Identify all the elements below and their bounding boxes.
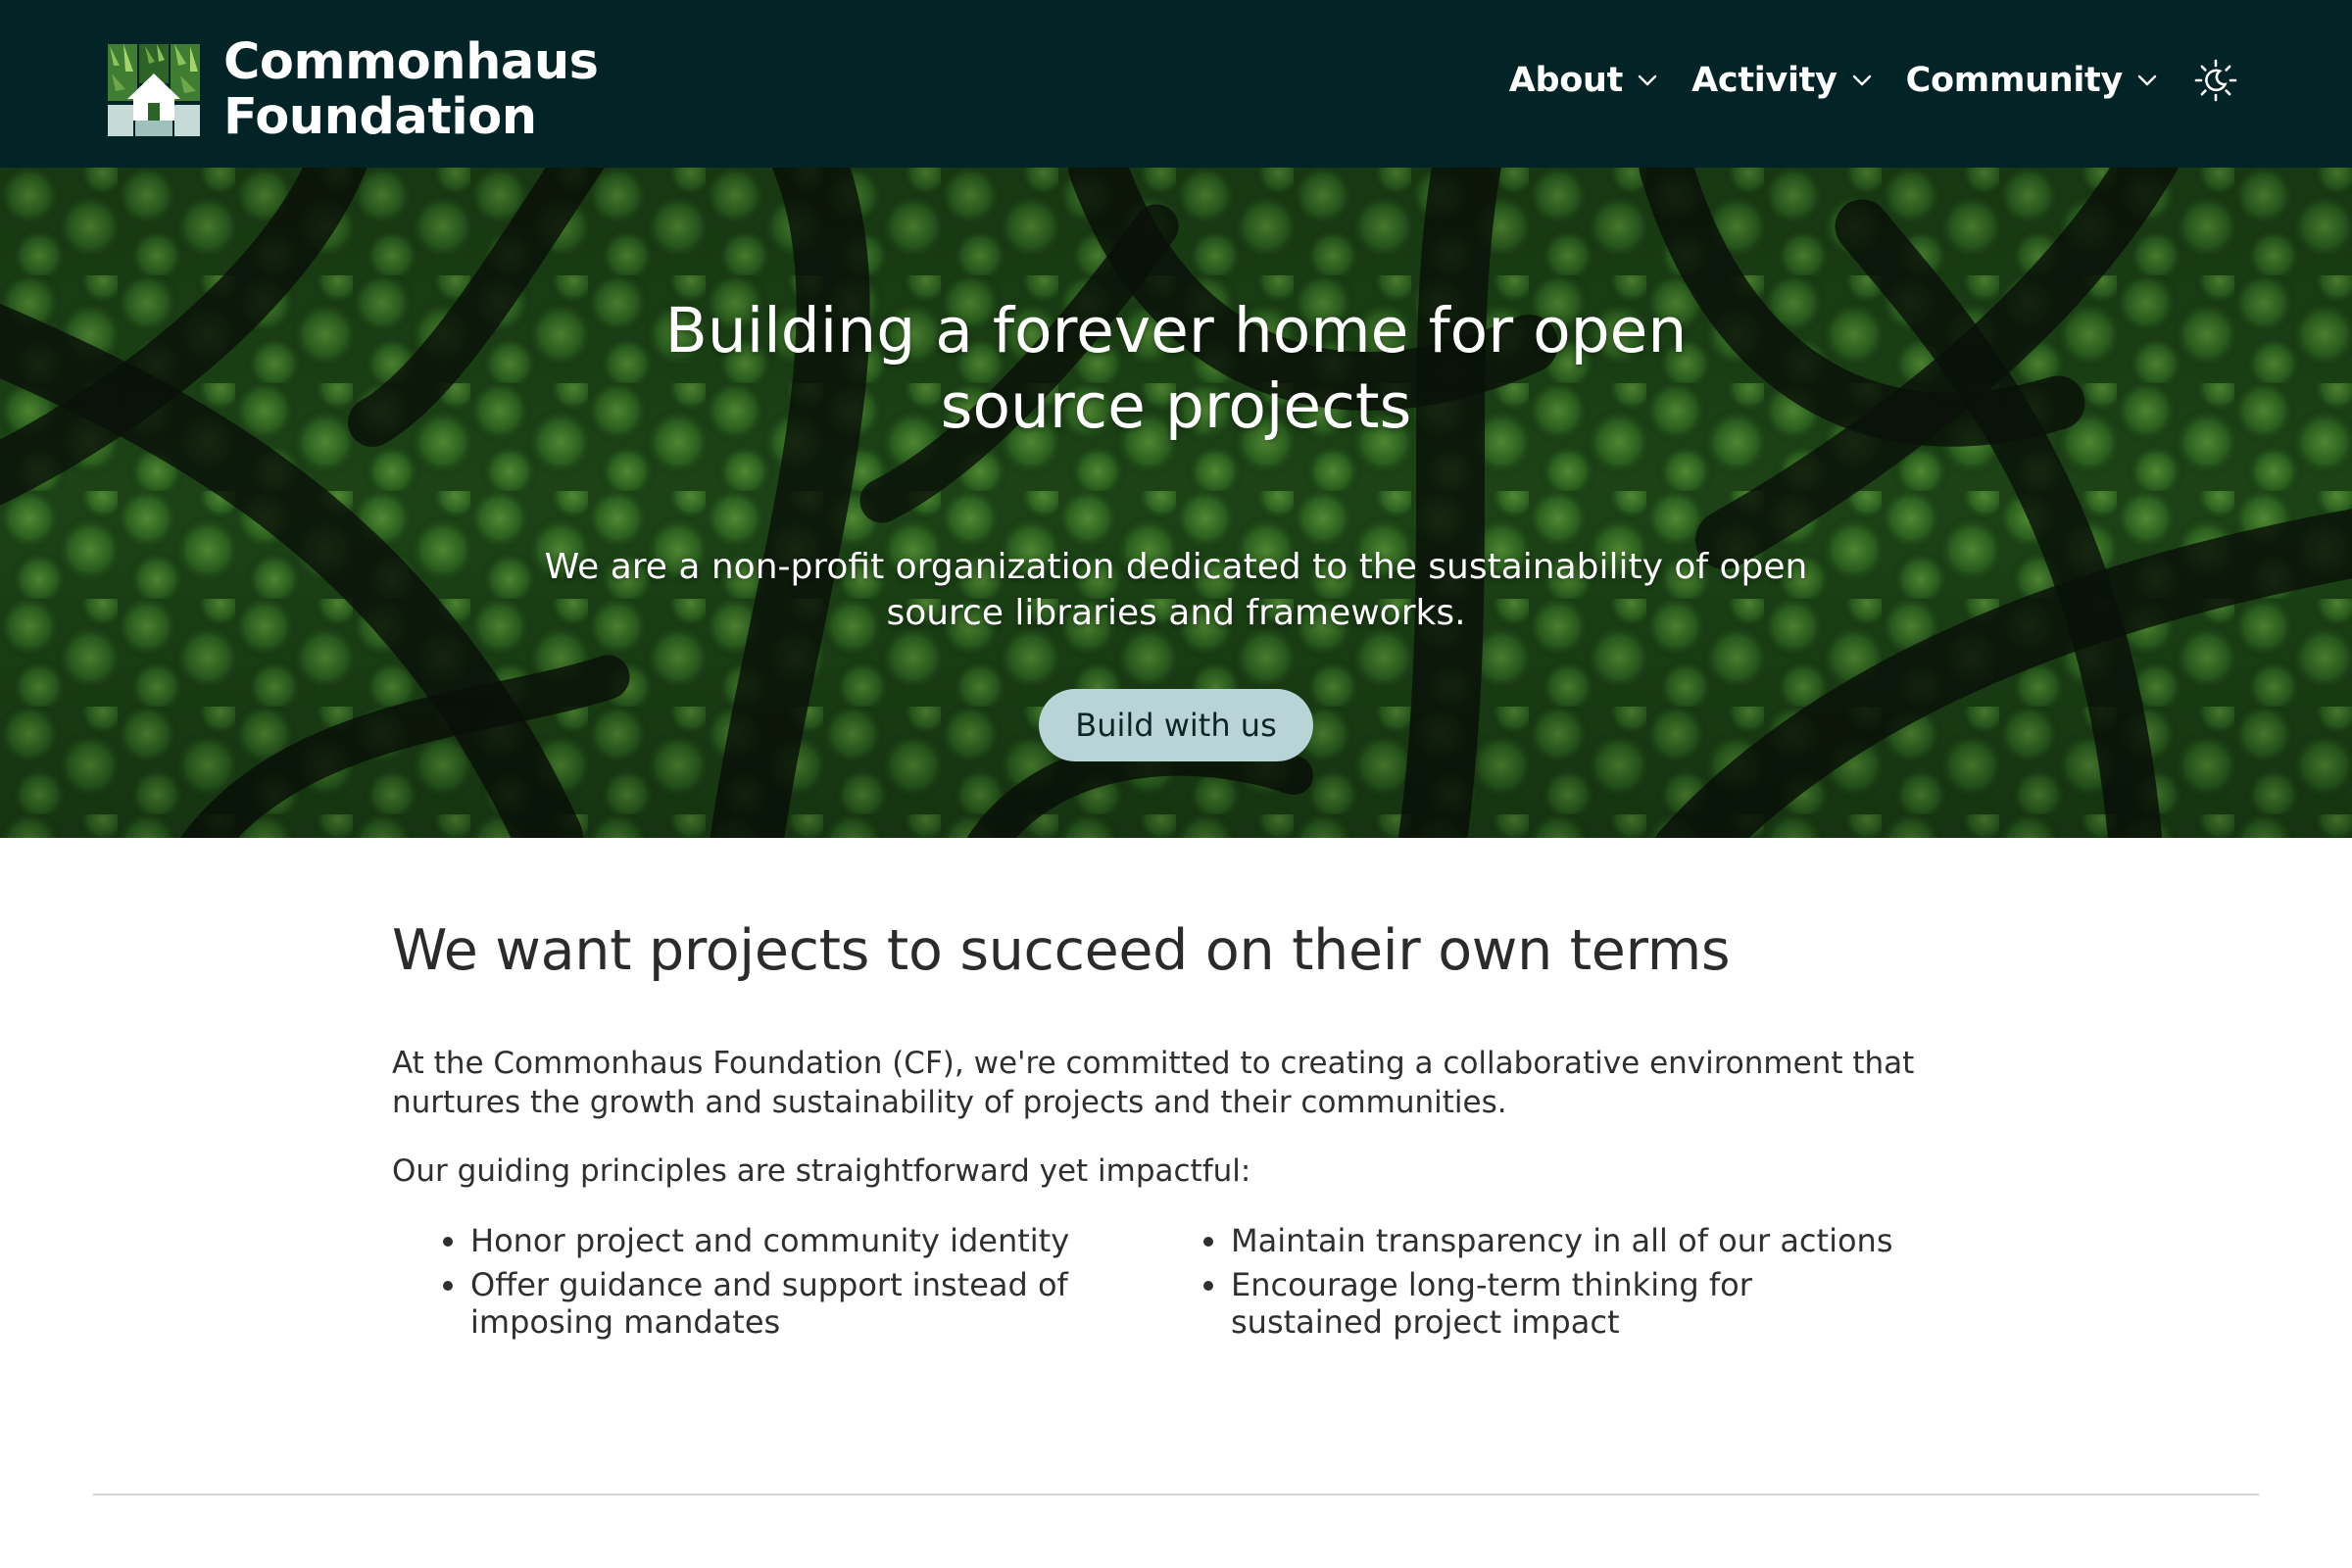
brand-line-1: Commonhaus — [223, 33, 599, 91]
theme-toggle-button[interactable] — [2193, 58, 2238, 103]
chevron-down-icon — [2137, 74, 2157, 86]
brand-line-2: Foundation — [223, 88, 537, 146]
hero-subtitle: We are a non-profit organization dedicat… — [544, 547, 1808, 633]
brand-wordmark: Commonhaus Foundation — [223, 33, 599, 146]
nav-activity-label: Activity — [1691, 61, 1838, 100]
intro-section: We want projects to succeed on their own… — [392, 838, 1960, 1348]
list-item: Maintain transparency in all of our acti… — [1152, 1222, 1913, 1259]
hero-content: Building a forever home for open source … — [0, 168, 2352, 838]
list-item: Offer guidance and support instead of im… — [392, 1266, 1152, 1341]
home-link[interactable]: Commonhaus Foundation — [106, 33, 599, 146]
principles-list: Honor project and community identity Mai… — [392, 1222, 1960, 1348]
chevron-down-icon — [1852, 74, 1871, 86]
intro-heading: We want projects to succeed on their own… — [392, 918, 1731, 983]
chevron-down-icon — [1638, 74, 1657, 86]
nav-about-menu[interactable]: About — [1509, 61, 1658, 100]
sun-moon-icon — [2194, 59, 2237, 102]
hero-section: Building a forever home for open source … — [0, 168, 2352, 838]
section-divider — [93, 1494, 2259, 1495]
nav-about-label: About — [1508, 61, 1624, 100]
principles-lead: Our guiding principles are straightforwa… — [392, 1153, 1251, 1189]
list-item: Honor project and community identity — [392, 1222, 1152, 1259]
commonhaus-logo-icon — [106, 42, 202, 138]
list-item: Encourage long-term thinking for sustain… — [1152, 1266, 1913, 1341]
intro-paragraph: At the Commonhaus Foundation (CF), we're… — [392, 1046, 1915, 1120]
site-header: Commonhaus Foundation About Activity Com… — [0, 0, 2352, 168]
build-with-us-button[interactable]: Build with us — [1039, 689, 1313, 761]
main-nav: About Activity Community — [1476, 51, 2238, 110]
nav-community-label: Community — [1905, 61, 2124, 100]
nav-community-menu[interactable]: Community — [1906, 61, 2158, 100]
nav-activity-menu[interactable]: Activity — [1691, 61, 1873, 100]
hero-title: Building a forever home for open source … — [664, 295, 1688, 442]
